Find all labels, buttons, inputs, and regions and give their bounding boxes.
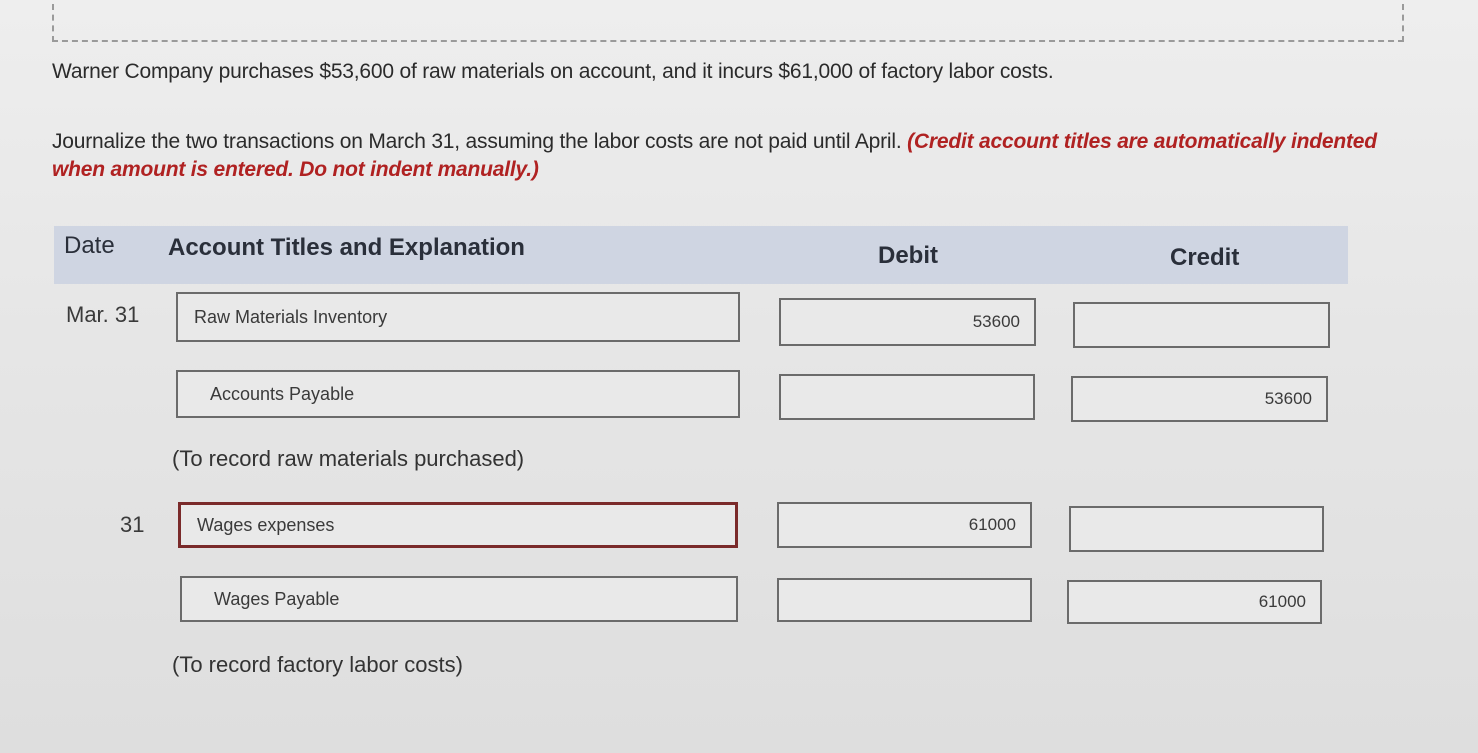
entry-date: 31 (120, 512, 145, 537)
credit-amount-input[interactable]: 61000 (1067, 580, 1322, 624)
debit-amount-input[interactable] (777, 578, 1032, 622)
page: Warner Company purchases $53,600 of raw … (0, 0, 1478, 753)
header-debit: Debit (878, 242, 938, 269)
account-title-input[interactable]: Raw Materials Inventory (176, 292, 740, 342)
previous-section-border (52, 4, 1404, 42)
debit-amount-input[interactable] (779, 374, 1035, 420)
credit-amount-input[interactable] (1073, 302, 1330, 348)
credit-amount-input[interactable] (1069, 506, 1324, 552)
header-credit: Credit (1170, 244, 1240, 271)
entry-explanation: (To record raw materials purchased) (172, 446, 525, 471)
question-instruction: Journalize the two transactions on March… (52, 128, 1392, 184)
question-prompt: Warner Company purchases $53,600 of raw … (52, 60, 1054, 83)
debit-amount-input[interactable]: 61000 (777, 502, 1032, 548)
account-title-input[interactable]: Wages expenses (178, 502, 738, 548)
header-account-titles: Account Titles and Explanation (168, 234, 525, 261)
credit-amount-input[interactable]: 53600 (1071, 376, 1328, 422)
journal-table-header: Date Account Titles and Explanation Debi… (54, 226, 1348, 284)
entry-explanation: (To record factory labor costs) (172, 652, 463, 677)
account-title-input[interactable]: Wages Payable (180, 576, 738, 622)
header-date: Date (64, 232, 115, 259)
debit-amount-input[interactable]: 53600 (779, 298, 1036, 346)
entry-date: Mar. 31 (66, 302, 140, 327)
instruction-main: Journalize the two transactions on March… (52, 130, 908, 153)
account-title-input[interactable]: Accounts Payable (176, 370, 740, 418)
